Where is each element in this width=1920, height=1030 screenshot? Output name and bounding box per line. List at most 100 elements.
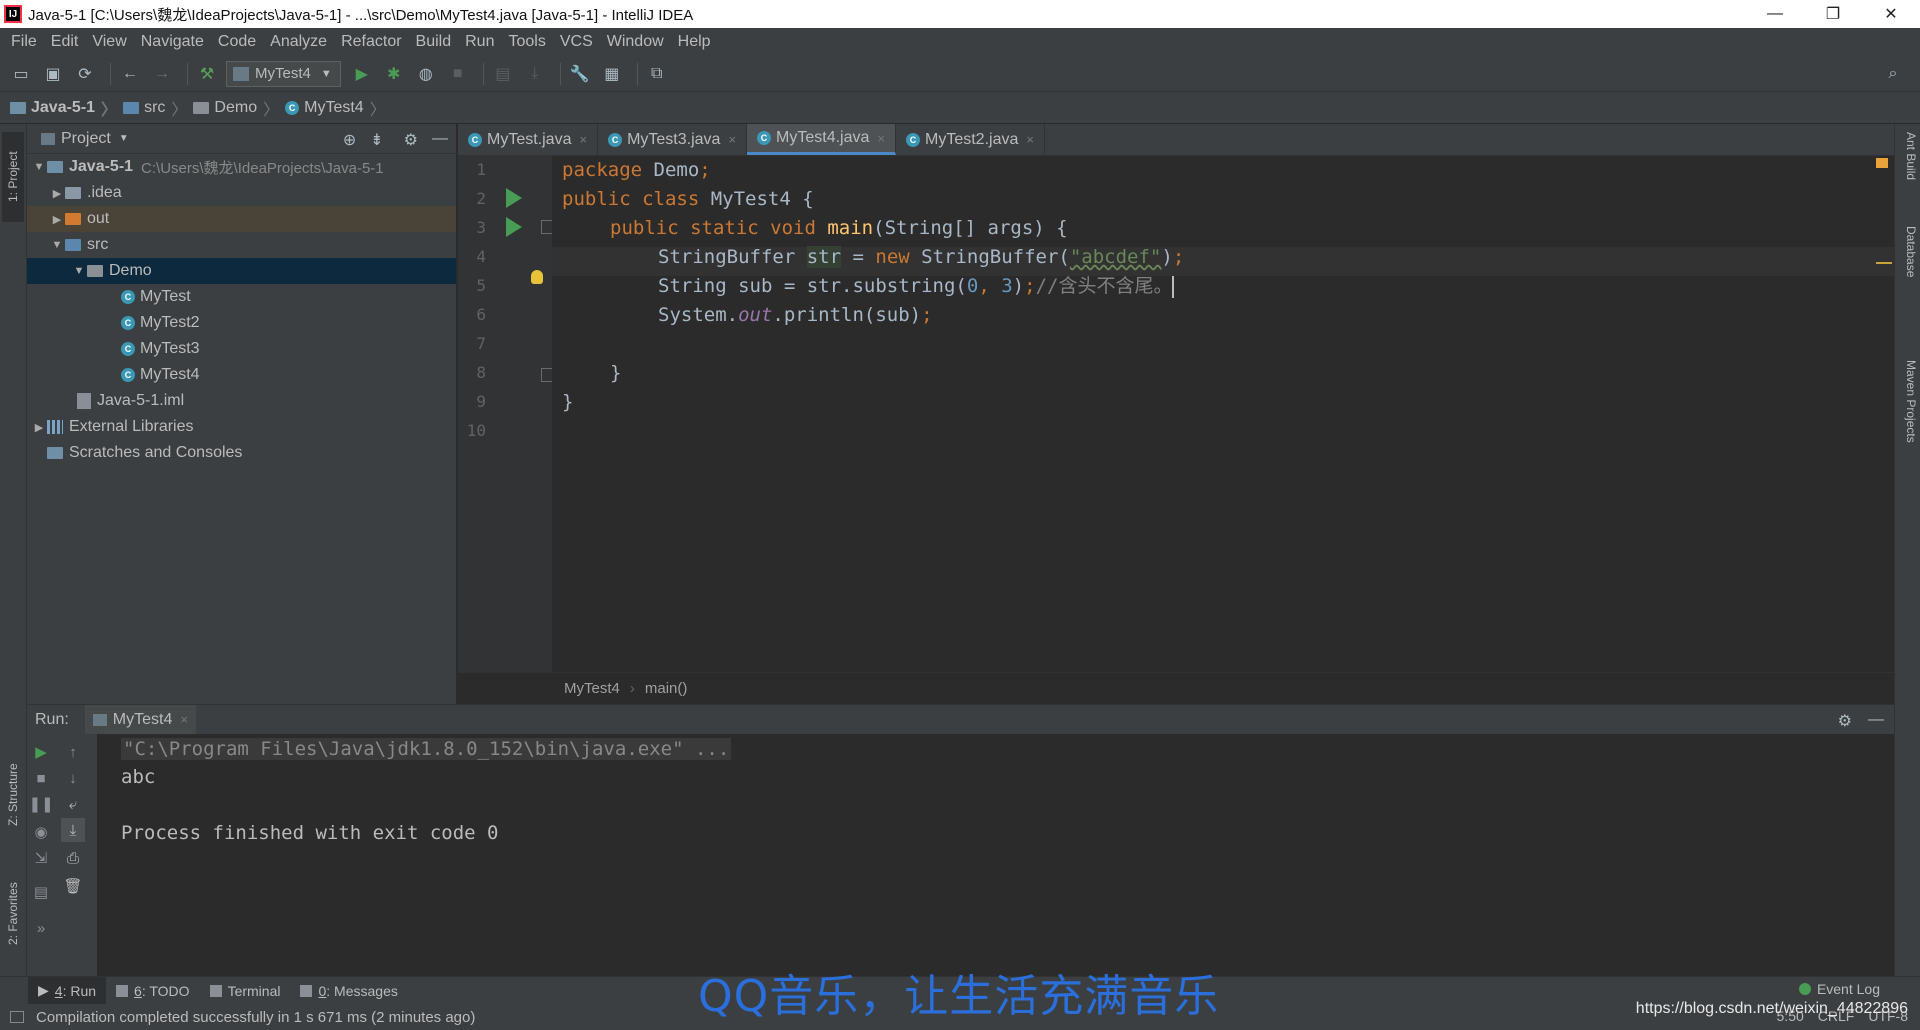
warning-marker[interactable] xyxy=(1876,262,1892,264)
breadcrumb-class[interactable]: C MyTest4 〉 xyxy=(285,96,392,120)
tree-item-mytest2[interactable]: C MyTest2 xyxy=(27,310,456,336)
up-arrow-icon[interactable]: ↑ xyxy=(61,740,85,764)
tree-item-iml[interactable]: Java-5-1.iml xyxy=(27,388,456,414)
expand-arrow-icon[interactable]: ▶ xyxy=(31,421,47,434)
breadcrumb-project[interactable]: Java-5-1 〉 xyxy=(10,96,123,120)
tool-tab-ant-build[interactable]: Ant Build xyxy=(1898,132,1918,180)
tree-item-out[interactable]: ▶ out xyxy=(27,206,456,232)
menu-run[interactable]: Run xyxy=(458,33,501,51)
menu-view[interactable]: View xyxy=(85,33,133,51)
print-icon[interactable]: ⎙ xyxy=(61,846,85,870)
collapse-all-icon[interactable]: ⇟ xyxy=(370,130,383,150)
gear-icon[interactable]: ⚙ xyxy=(1838,711,1852,731)
run-main-gutter-icon[interactable] xyxy=(506,217,522,237)
close-icon[interactable]: × xyxy=(728,132,736,147)
gear-icon[interactable]: ⚙ xyxy=(404,130,418,150)
tool-tab-project[interactable]: 1: Project xyxy=(2,132,24,222)
menu-refactor[interactable]: Refactor xyxy=(334,33,408,51)
rerun-icon[interactable]: ▶ xyxy=(29,740,53,764)
sync-icon[interactable]: ⟳ xyxy=(72,61,98,87)
tree-item-external-libraries[interactable]: ▶ External Libraries xyxy=(27,414,456,440)
close-icon[interactable]: × xyxy=(1026,132,1034,147)
breadcrumb-class[interactable]: MyTest4 xyxy=(564,680,620,697)
run-console[interactable]: "C:\Program Files\Java\jdk1.8.0_152\bin\… xyxy=(97,734,1894,976)
breadcrumb-src[interactable]: src 〉 xyxy=(123,96,193,120)
breadcrumb-demo[interactable]: Demo 〉 xyxy=(193,96,285,120)
tab-mytest3[interactable]: C MyTest3.java × xyxy=(598,124,748,155)
tree-item-scratches[interactable]: Scratches and Consoles xyxy=(27,440,456,466)
tool-window-terminal[interactable]: Terminal xyxy=(200,977,291,1005)
layout-icon[interactable]: ▤ xyxy=(29,880,53,904)
back-icon[interactable]: ← xyxy=(117,61,143,87)
breadcrumb-method[interactable]: main() xyxy=(645,680,688,697)
soft-wrap-icon[interactable]: ⤶ xyxy=(61,792,85,816)
trash-icon[interactable]: 🗑 xyxy=(61,874,85,898)
intention-bulb-icon[interactable] xyxy=(531,270,543,284)
settings-wrench-icon[interactable]: 🔧 xyxy=(567,61,593,87)
tool-tab-maven[interactable]: Maven Projects xyxy=(1898,360,1918,443)
expand-arrow-icon[interactable]: ▼ xyxy=(31,161,47,173)
menu-help[interactable]: Help xyxy=(671,33,718,51)
menu-window[interactable]: Window xyxy=(600,33,671,51)
code-editor[interactable]: package Demo; public class MyTest4 { pub… xyxy=(552,156,1894,672)
tab-mytest4[interactable]: C MyTest4.java × xyxy=(747,124,896,155)
tab-mytest2[interactable]: C MyTest2.java × xyxy=(896,124,1045,155)
menu-code[interactable]: Code xyxy=(211,33,263,51)
coverage-icon[interactable]: ◍ xyxy=(413,61,439,87)
tree-item-mytest4[interactable]: C MyTest4 xyxy=(27,362,456,388)
project-view-select[interactable]: Project xyxy=(61,130,111,148)
menu-tools[interactable]: Tools xyxy=(501,33,552,51)
close-icon[interactable]: × xyxy=(579,132,587,147)
tree-item-demo[interactable]: ▼ Demo xyxy=(27,258,456,284)
restore-button[interactable]: ❐ xyxy=(1804,0,1862,28)
tree-item-idea[interactable]: ▶ .idea xyxy=(27,180,456,206)
sdk-icon[interactable]: ⧉ xyxy=(644,61,670,87)
tool-tab-structure[interactable]: Z: Structure xyxy=(2,740,24,850)
dump-threads-icon[interactable]: ◉ xyxy=(29,820,53,844)
hide-icon[interactable]: — xyxy=(432,130,448,150)
close-icon[interactable]: × xyxy=(180,712,188,727)
tool-windows-icon[interactable] xyxy=(10,1011,24,1023)
more-icon[interactable]: » xyxy=(29,916,53,940)
run-config-select[interactable]: MyTest4 ▼ xyxy=(226,60,341,87)
menu-build[interactable]: Build xyxy=(409,33,459,51)
down-arrow-icon[interactable]: ↓ xyxy=(61,766,85,790)
expand-arrow-icon[interactable]: ▼ xyxy=(49,239,65,251)
expand-arrow-icon[interactable]: ▼ xyxy=(71,265,87,277)
chevron-down-icon[interactable]: ▼ xyxy=(119,133,129,144)
stop-icon[interactable]: ■ xyxy=(29,766,53,790)
menu-vcs[interactable]: VCS xyxy=(553,33,600,51)
tool-window-todo[interactable]: 6: TODO xyxy=(106,977,200,1005)
tool-tab-favorites[interactable]: 2: Favorites xyxy=(2,864,24,964)
debug-icon[interactable]: ✱ xyxy=(381,61,407,87)
build-hammer-icon[interactable]: ⚒ xyxy=(194,61,220,87)
close-button[interactable]: ✕ xyxy=(1862,0,1920,28)
vcs-commit-icon[interactable]: ⤓ xyxy=(522,61,548,87)
expand-arrow-icon[interactable]: ▶ xyxy=(49,187,65,200)
event-log-button[interactable]: Event Log xyxy=(1798,981,1880,997)
inspection-status-icon[interactable] xyxy=(1876,158,1888,168)
tree-item-project-root[interactable]: ▼ Java-5-1 C:\Users\魏龙\IdeaProjects\Java… xyxy=(27,154,456,180)
menu-file[interactable]: File xyxy=(4,33,44,51)
project-structure-icon[interactable]: ▦ xyxy=(599,61,625,87)
forward-icon[interactable]: → xyxy=(149,61,175,87)
tree-item-src[interactable]: ▼ src xyxy=(27,232,456,258)
search-icon[interactable]: ⌕ xyxy=(1880,61,1906,87)
tree-item-mytest3[interactable]: C MyTest3 xyxy=(27,336,456,362)
minimize-button[interactable]: — xyxy=(1746,0,1804,28)
stop-icon[interactable]: ■ xyxy=(445,61,471,87)
run-class-gutter-icon[interactable] xyxy=(506,188,522,208)
exit-icon[interactable]: ⇲ xyxy=(29,846,53,870)
hide-icon[interactable]: — xyxy=(1868,711,1884,731)
tool-window-messages[interactable]: 0: Messages xyxy=(290,977,407,1005)
close-icon[interactable]: × xyxy=(877,131,885,146)
tab-mytest[interactable]: C MyTest.java × xyxy=(458,124,599,155)
save-icon[interactable]: ▣ xyxy=(40,61,66,87)
scroll-to-end-icon[interactable]: ⤓ xyxy=(61,818,85,842)
expand-arrow-icon[interactable]: ▶ xyxy=(49,213,65,226)
tool-tab-database[interactable]: Database xyxy=(1898,226,1918,277)
open-icon[interactable]: ▭ xyxy=(8,61,34,87)
menu-navigate[interactable]: Navigate xyxy=(134,33,211,51)
menu-edit[interactable]: Edit xyxy=(44,33,86,51)
locate-icon[interactable]: ⊕ xyxy=(343,130,356,150)
